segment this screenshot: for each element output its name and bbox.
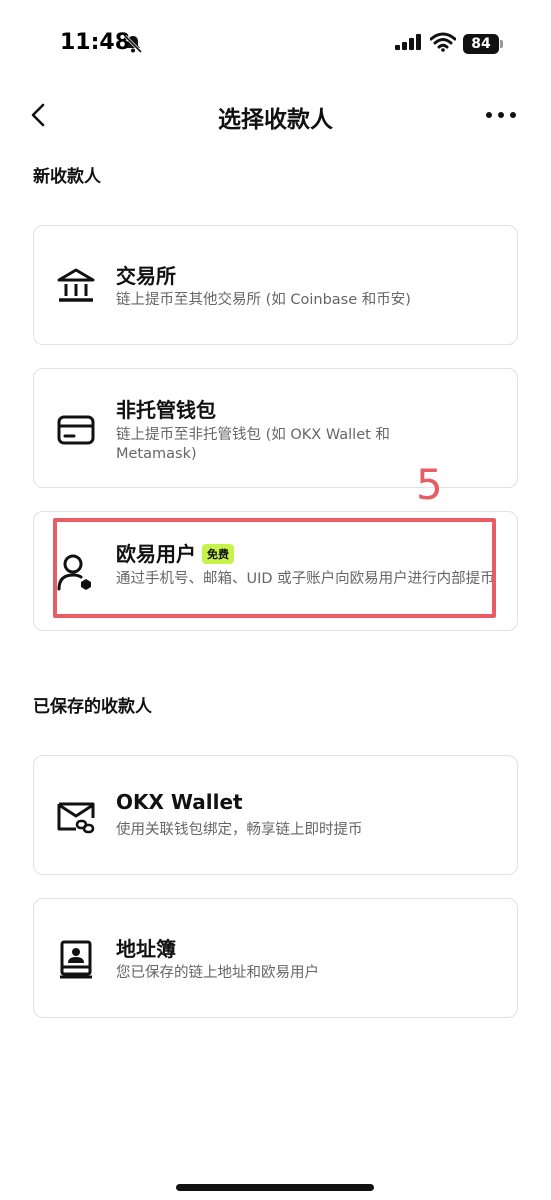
okx-user-desc: 通过手机号、邮箱、UID 或子账户向欧易用户进行内部提币	[116, 571, 495, 587]
okx-user-card[interactable]: 欧易用户 免费 通过手机号、邮箱、UID 或子账户向欧易用户进行内部提币	[33, 511, 518, 631]
status-bar: 11:48 84	[0, 0, 551, 90]
battery-icon: 84	[463, 34, 503, 54]
annotation-number: 5	[416, 460, 443, 509]
status-time: 11:48	[60, 30, 131, 55]
okx-wallet-title: OKX Wallet	[116, 790, 243, 814]
card-icon	[57, 415, 95, 445]
address-book-card[interactable]: 地址簿 您已保存的链上地址和欧易用户	[33, 898, 518, 1018]
page-title: 选择收款人	[218, 107, 333, 133]
okx-user-title-text: 欧易用户	[116, 542, 196, 566]
exchange-card[interactable]: 交易所 链上提币至其他交易所 (如 Coinbase 和币安)	[33, 225, 518, 345]
wallet-title: 非托管钱包	[116, 398, 216, 422]
more-icon[interactable]	[484, 108, 518, 122]
battery-level: 84	[463, 34, 499, 54]
nav-bar: 选择收款人	[0, 90, 551, 140]
okx-user-title: 欧易用户 免费	[116, 538, 234, 567]
wifi-icon	[430, 32, 456, 52]
free-badge: 免费	[202, 543, 234, 564]
okx-wallet-card[interactable]: OKX Wallet 使用关联钱包绑定，畅享链上即时提币	[33, 755, 518, 875]
section-saved-payees: 已保存的收款人	[33, 697, 152, 717]
okx-wallet-desc: 使用关联钱包绑定，畅享链上即时提币	[116, 822, 363, 838]
signal-icon	[395, 34, 421, 50]
wallet-link-icon	[57, 802, 95, 834]
address-book-title: 地址簿	[116, 937, 176, 961]
user-shield-icon	[57, 554, 91, 591]
non-custodial-wallet-card[interactable]: 非托管钱包 链上提币至非托管钱包 (如 OKX Wallet 和 Metamas…	[33, 368, 518, 488]
bank-icon	[57, 268, 95, 302]
bell-slash-icon	[123, 34, 143, 54]
address-book-desc: 您已保存的链上地址和欧易用户	[116, 965, 319, 981]
exchange-title: 交易所	[116, 264, 176, 288]
contact-book-icon	[60, 940, 92, 979]
section-new-payees: 新收款人	[33, 167, 101, 187]
home-indicator[interactable]	[176, 1184, 374, 1191]
exchange-desc: 链上提币至其他交易所 (如 Coinbase 和币安)	[116, 292, 411, 308]
wallet-desc: 链上提币至非托管钱包 (如 OKX Wallet 和 Metamask)	[116, 427, 390, 462]
